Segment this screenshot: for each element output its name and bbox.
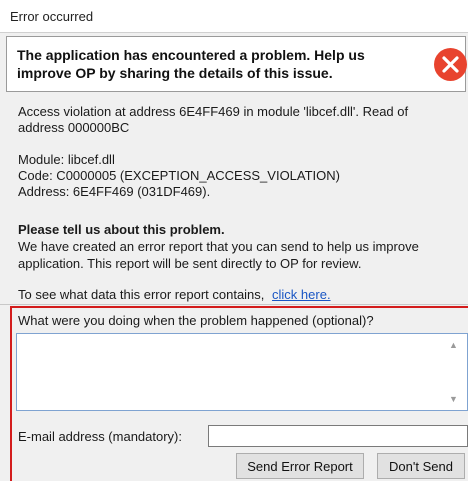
- details-line-2: address 000000BC: [18, 120, 130, 135]
- window-title: Error occurred: [10, 9, 94, 24]
- details-module: Module: libcef.dll: [18, 152, 115, 167]
- report-data-text: To see what data this error report conta…: [18, 287, 265, 302]
- click-here-link[interactable]: click here.: [272, 287, 331, 302]
- send-error-report-button[interactable]: Send Error Report: [236, 453, 364, 479]
- prompt-description: We have created an error report that you…: [18, 239, 419, 271]
- report-prompt: Please tell us about this problem. We ha…: [18, 221, 463, 272]
- details-line-1: Access violation at address 6E4FF469 in …: [18, 104, 409, 119]
- question-label: What were you doing when the problem hap…: [18, 313, 374, 328]
- report-data-line: To see what data this error report conta…: [18, 287, 331, 302]
- details-code: Code: C0000005 (EXCEPTION_ACCESS_VIOLATI…: [18, 168, 340, 183]
- error-header: The application has encountered a proble…: [6, 36, 467, 92]
- prompt-title: Please tell us about this problem.: [18, 222, 225, 237]
- dont-send-button[interactable]: Don't Send: [377, 453, 465, 479]
- email-label: E-mail address (mandatory):: [18, 429, 182, 444]
- details-address: Address: 6E4FF469 (031DF469).: [18, 184, 211, 199]
- error-message: The application has encountered a proble…: [17, 47, 365, 81]
- title-bar: Error occurred: [0, 0, 468, 33]
- scroll-down-icon[interactable]: ▼: [449, 394, 459, 404]
- error-dialog: Error occurred The application has encou…: [0, 0, 468, 481]
- error-icon: [434, 48, 467, 81]
- problem-description-input[interactable]: ▲ ▼: [16, 333, 468, 411]
- error-details: Access violation at address 6E4FF469 in …: [18, 104, 458, 200]
- email-field[interactable]: [208, 425, 468, 447]
- scroll-up-icon[interactable]: ▲: [449, 340, 459, 350]
- divider: [0, 304, 468, 305]
